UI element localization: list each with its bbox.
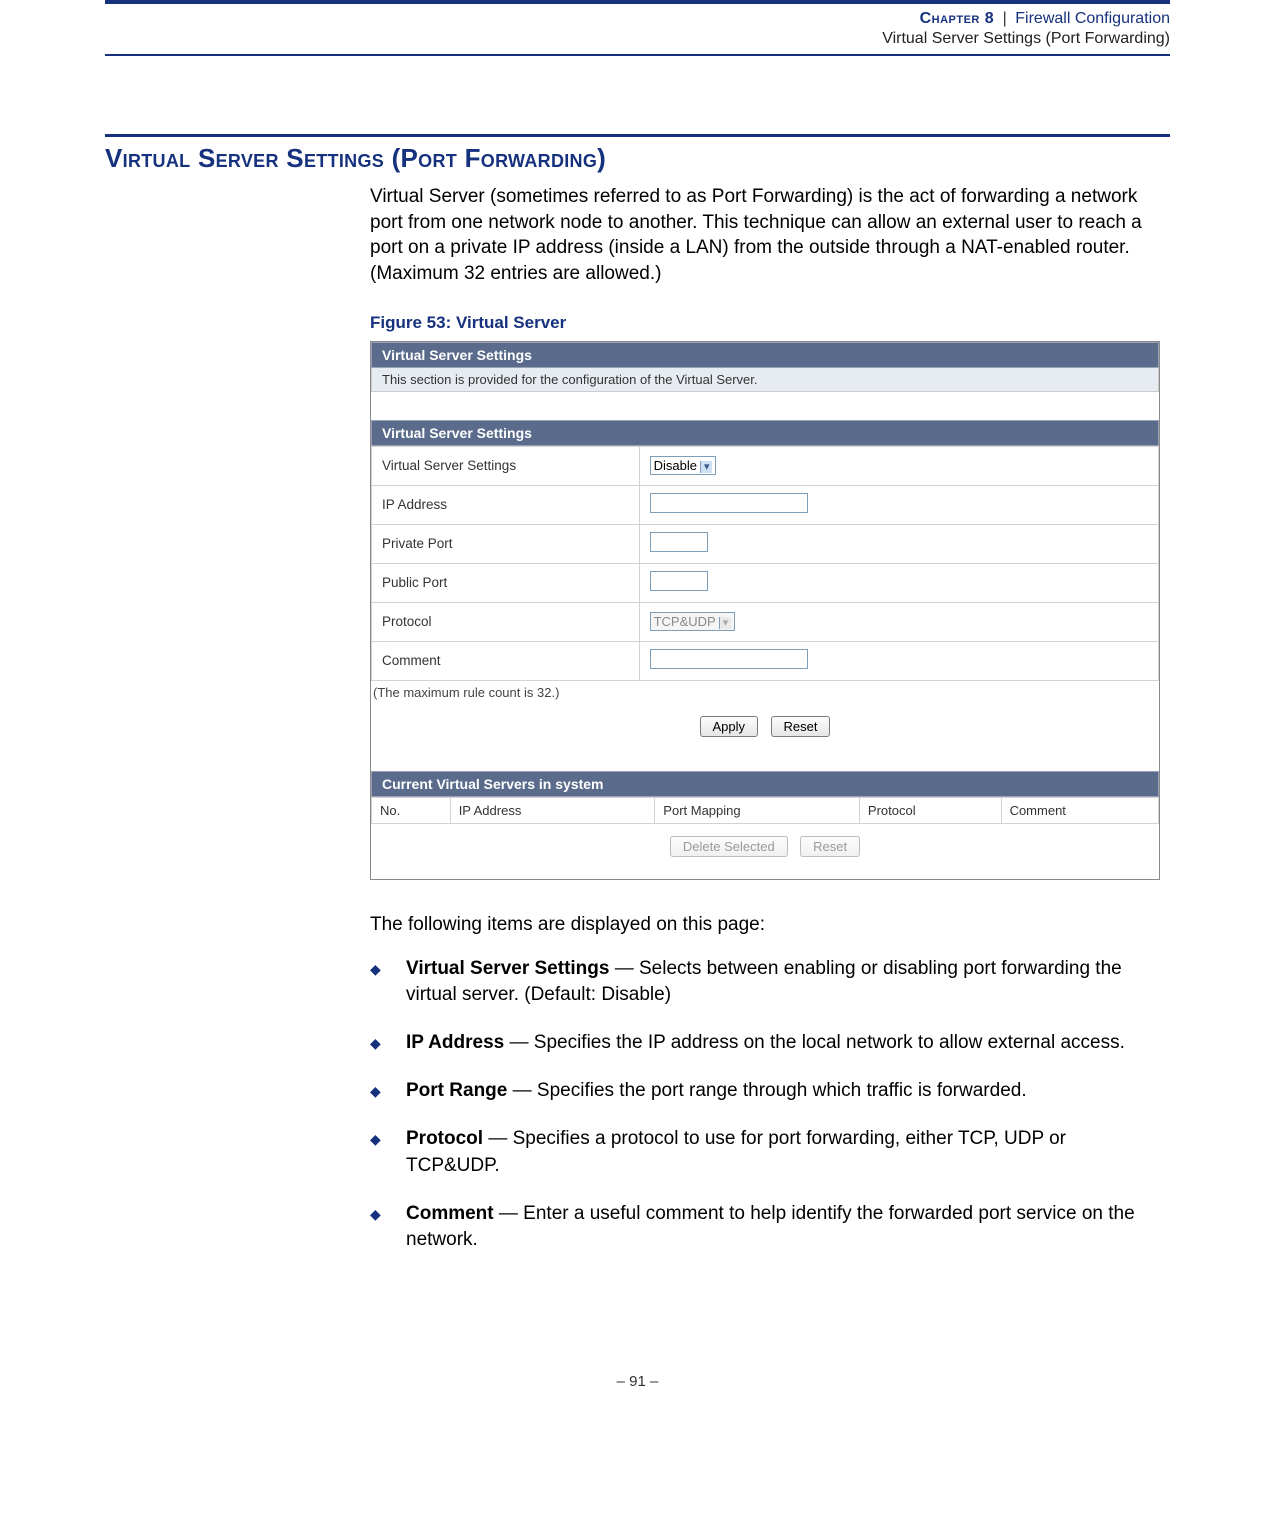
items-intro: The following items are displayed on thi… <box>370 914 1160 936</box>
chapter-label: Chapter 8 <box>920 10 995 27</box>
max-rule-note: (The maximum rule count is 32.) <box>371 681 1159 710</box>
chevron-down-icon: ▾ <box>700 461 713 473</box>
chevron-down-icon: ▾ <box>719 617 732 629</box>
label-protocol: Protocol <box>372 602 640 641</box>
desc-comment: — Enter a useful comment to help identif… <box>406 1203 1135 1250</box>
bullet-icon: ◆ <box>370 1201 406 1253</box>
input-private-port[interactable] <box>650 532 708 552</box>
input-public-port[interactable] <box>650 571 708 591</box>
header-bottom-rule <box>105 54 1170 56</box>
col-portmap: Port Mapping <box>655 797 860 823</box>
input-comment[interactable] <box>650 649 808 669</box>
row-comment: Comment <box>372 641 1159 680</box>
bullet-icon: ◆ <box>370 956 406 1008</box>
label-comment: Comment <box>372 641 640 680</box>
panel-description: This section is provided for the configu… <box>371 368 1159 392</box>
apply-button[interactable]: Apply <box>700 716 759 737</box>
col-no: No. <box>372 797 451 823</box>
row-protocol: Protocol TCP&UDP▾ <box>372 602 1159 641</box>
label-public-port: Public Port <box>372 563 640 602</box>
settings-form-table: Virtual Server Settings Disable▾ IP Addr… <box>371 446 1159 681</box>
col-comment: Comment <box>1001 797 1158 823</box>
reset-button-2[interactable]: Reset <box>800 836 860 857</box>
list-item: ◆ Port Range — Specifies the port range … <box>370 1078 1160 1104</box>
header-section: Firewall Configuration <box>1015 10 1170 27</box>
reset-button[interactable]: Reset <box>771 716 831 737</box>
select-protocol[interactable]: TCP&UDP▾ <box>650 612 736 631</box>
row-virtual-server-settings: Virtual Server Settings Disable▾ <box>372 446 1159 485</box>
term-vss: Virtual Server Settings <box>406 958 609 979</box>
list-item: ◆ Comment — Enter a useful comment to he… <box>370 1201 1160 1253</box>
desc-protocol: — Specifies a protocol to use for port f… <box>406 1128 1066 1175</box>
header-subsection: Virtual Server Settings (Port Forwarding… <box>105 30 1170 48</box>
term-portrange: Port Range <box>406 1080 507 1101</box>
page-number: – 91 – <box>0 1373 1275 1390</box>
list-item: ◆ IP Address — Specifies the IP address … <box>370 1030 1160 1056</box>
label-private-port: Private Port <box>372 524 640 563</box>
bullet-list: ◆ Virtual Server Settings — Selects betw… <box>370 956 1160 1254</box>
header-top-rule <box>105 0 1170 4</box>
label-vss: Virtual Server Settings <box>372 446 640 485</box>
row-ip-address: IP Address <box>372 485 1159 524</box>
section-title: Virtual Server Settings (Port Forwarding… <box>105 143 1275 174</box>
panel-header-3: Current Virtual Servers in system <box>371 771 1159 797</box>
list-item: ◆ Virtual Server Settings — Selects betw… <box>370 956 1160 1008</box>
panel-header-1: Virtual Server Settings <box>371 342 1159 368</box>
label-ip: IP Address <box>372 485 640 524</box>
row-public-port: Public Port <box>372 563 1159 602</box>
delete-selected-button[interactable]: Delete Selected <box>670 836 788 857</box>
bullet-icon: ◆ <box>370 1126 406 1178</box>
figure-caption: Figure 53: Virtual Server <box>370 313 1160 333</box>
select-vss-value: Disable <box>654 458 697 473</box>
desc-portrange: — Specifies the port range through which… <box>507 1080 1026 1101</box>
bullet-icon: ◆ <box>370 1078 406 1104</box>
section-rule <box>105 134 1170 137</box>
figure-screenshot: Virtual Server Settings This section is … <box>370 341 1160 880</box>
page-header: Chapter 8 | Firewall Configuration Virtu… <box>105 10 1170 48</box>
current-servers-table: No. IP Address Port Mapping Protocol Com… <box>371 797 1159 824</box>
term-protocol: Protocol <box>406 1128 483 1149</box>
bullet-icon: ◆ <box>370 1030 406 1056</box>
desc-ip: — Specifies the IP address on the local … <box>504 1032 1125 1053</box>
col-protocol: Protocol <box>859 797 1001 823</box>
intro-paragraph: Virtual Server (sometimes referred to as… <box>370 184 1160 287</box>
term-ip: IP Address <box>406 1032 504 1053</box>
row-private-port: Private Port <box>372 524 1159 563</box>
select-protocol-value: TCP&UDP <box>654 614 716 629</box>
panel-header-2: Virtual Server Settings <box>371 420 1159 446</box>
term-comment: Comment <box>406 1203 494 1224</box>
select-vss[interactable]: Disable▾ <box>650 456 717 475</box>
col-ip: IP Address <box>450 797 655 823</box>
input-ip-address[interactable] <box>650 493 808 513</box>
header-separator: | <box>999 10 1011 27</box>
list-item: ◆ Protocol — Specifies a protocol to use… <box>370 1126 1160 1178</box>
